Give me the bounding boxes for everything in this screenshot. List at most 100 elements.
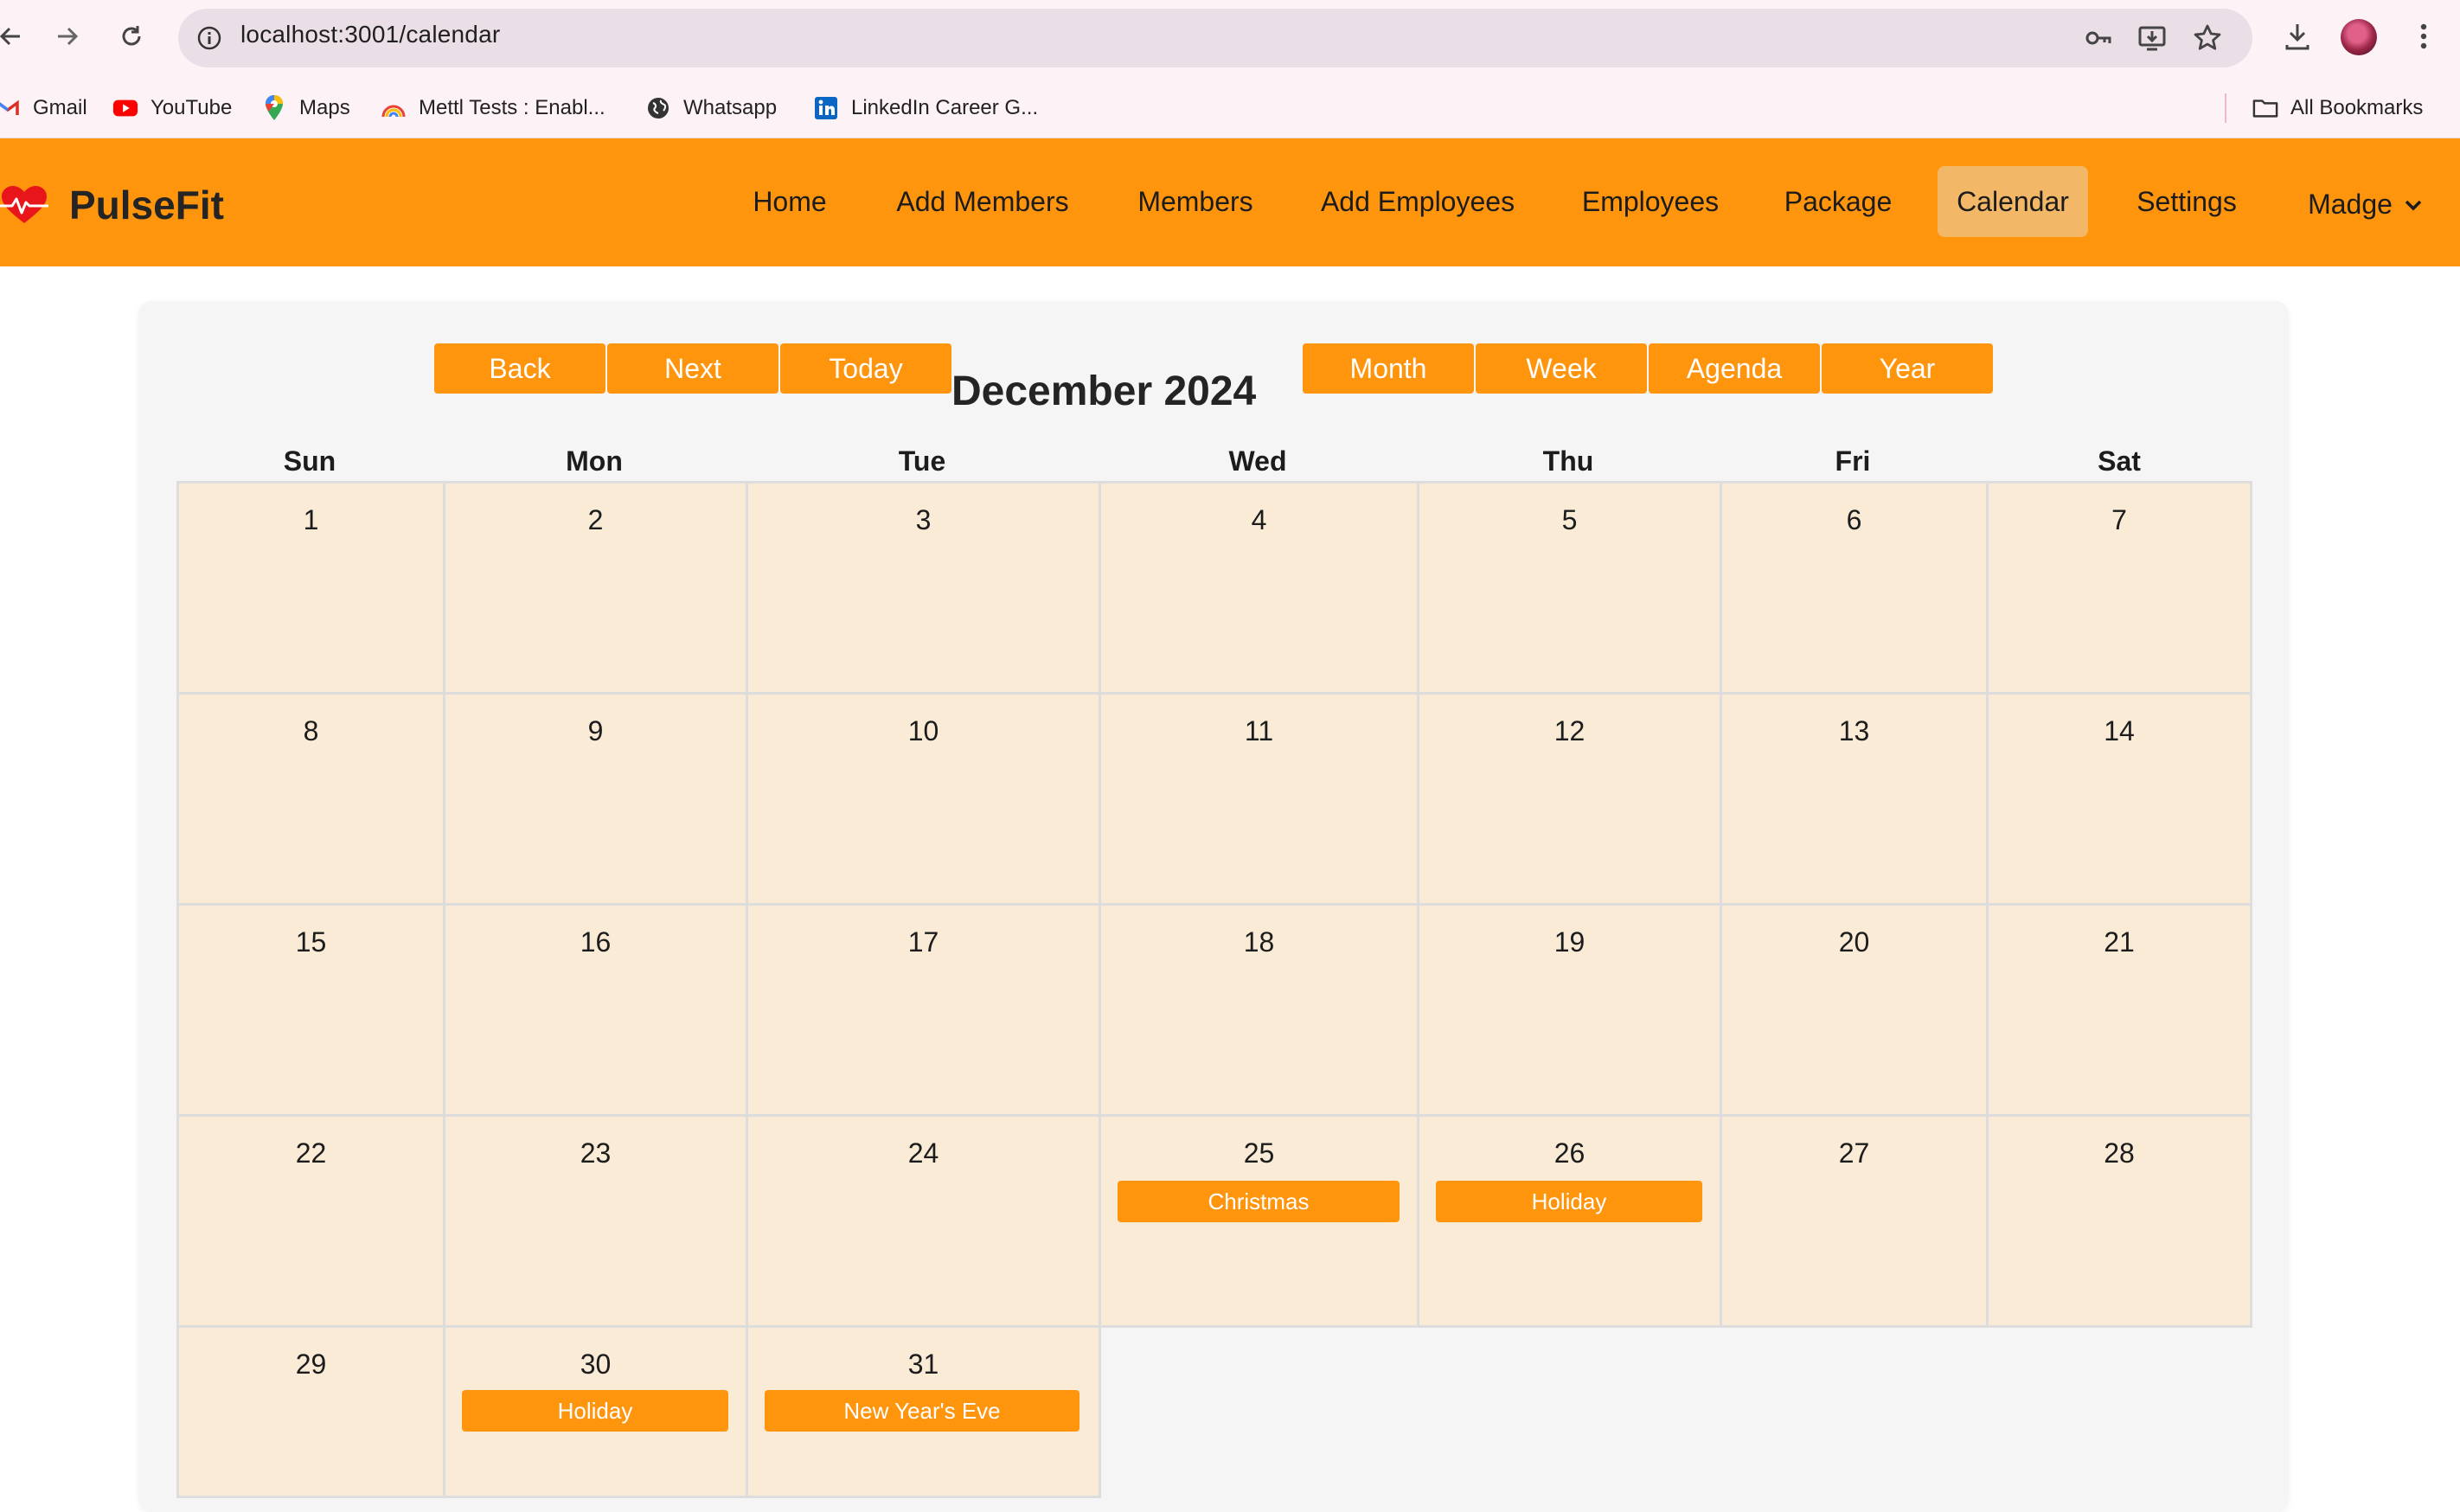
more-menu-icon[interactable] xyxy=(2403,16,2444,57)
day-number: 25 xyxy=(1243,1137,1275,1169)
day-cell[interactable]: 7 xyxy=(1986,481,2252,695)
nav-settings[interactable]: Settings xyxy=(2123,166,2251,237)
address-bar[interactable]: localhost:3001/calendar xyxy=(178,9,2252,67)
nav-package[interactable]: Package xyxy=(1771,166,1905,237)
bookmark-mettl[interactable]: Mettl Tests : Enabl... xyxy=(381,93,605,123)
day-cell[interactable]: 2 xyxy=(443,481,748,695)
password-key-icon[interactable] xyxy=(2081,21,2116,55)
bookmark-linkedin[interactable]: LinkedIn Career G... xyxy=(813,93,1038,123)
day-number: 3 xyxy=(915,504,932,535)
next-button[interactable]: Next xyxy=(607,343,778,394)
profile-avatar[interactable] xyxy=(2341,19,2377,55)
day-cell[interactable]: 6 xyxy=(1720,481,1989,695)
day-number: 15 xyxy=(295,926,327,958)
bookmark-star-icon[interactable] xyxy=(2190,21,2225,55)
day-cell[interactable]: 30 Holiday xyxy=(443,1325,748,1498)
nav-members[interactable]: Members xyxy=(1123,166,1268,237)
day-number: 27 xyxy=(1838,1137,1870,1169)
install-app-icon[interactable] xyxy=(2135,21,2169,55)
day-number: 28 xyxy=(2104,1137,2135,1169)
day-number: 14 xyxy=(2104,715,2135,746)
user-name: Madge xyxy=(2308,189,2393,220)
nav-add-members[interactable]: Add Members xyxy=(879,166,1086,237)
today-button[interactable]: Today xyxy=(780,343,951,394)
day-number: 8 xyxy=(303,715,319,746)
day-number: 10 xyxy=(907,715,939,746)
event-christmas[interactable]: Christmas xyxy=(1118,1181,1400,1222)
day-cell[interactable]: 1 xyxy=(176,481,445,695)
day-number: 2 xyxy=(587,504,604,535)
day-cell[interactable]: 22 xyxy=(176,1114,445,1328)
day-cell[interactable]: 23 xyxy=(443,1114,748,1328)
bookmark-maps[interactable]: Maps xyxy=(261,93,350,123)
weekday-mon: Mon xyxy=(566,445,623,477)
day-cell[interactable]: 10 xyxy=(746,692,1101,906)
day-number: 6 xyxy=(1846,504,1862,535)
weekday-fri: Fri xyxy=(1835,445,1871,477)
back-arrow-icon[interactable] xyxy=(0,14,33,59)
day-number: 9 xyxy=(587,715,604,746)
day-number: 5 xyxy=(1561,504,1578,535)
day-number: 7 xyxy=(2111,504,2127,535)
event-holiday[interactable]: Holiday xyxy=(462,1390,728,1432)
reload-icon[interactable] xyxy=(109,14,154,59)
day-cell[interactable]: 21 xyxy=(1986,903,2252,1117)
day-number: 4 xyxy=(1251,504,1267,535)
day-number: 26 xyxy=(1554,1137,1586,1169)
day-cell[interactable]: 9 xyxy=(443,692,748,906)
day-cell[interactable]: 20 xyxy=(1720,903,1989,1117)
weekday-wed: Wed xyxy=(1228,445,1287,477)
day-cell[interactable]: 4 xyxy=(1099,481,1419,695)
brand[interactable]: PulseFit xyxy=(0,182,224,228)
weekday-sun: Sun xyxy=(283,445,336,477)
day-cell[interactable]: 14 xyxy=(1986,692,2252,906)
day-cell[interactable]: 28 xyxy=(1986,1114,2252,1328)
day-number: 13 xyxy=(1838,715,1870,746)
day-cell[interactable]: 12 xyxy=(1417,692,1722,906)
year-view-button[interactable]: Year xyxy=(1822,343,1993,394)
nav-user-menu[interactable]: Madge xyxy=(2287,166,2443,237)
day-cell[interactable]: 26 Holiday xyxy=(1417,1114,1722,1328)
bookmark-whatsapp[interactable]: Whatsapp xyxy=(645,93,777,123)
month-view-button[interactable]: Month xyxy=(1303,343,1474,394)
day-cell[interactable]: 18 xyxy=(1099,903,1419,1117)
back-button[interactable]: Back xyxy=(434,343,605,394)
day-cell[interactable]: 15 xyxy=(176,903,445,1117)
event-new-years-eve[interactable]: New Year's Eve xyxy=(765,1390,1079,1432)
mettl-icon xyxy=(381,95,407,121)
day-cell[interactable]: 24 xyxy=(746,1114,1101,1328)
day-cell[interactable]: 16 xyxy=(443,903,748,1117)
day-cell[interactable]: 5 xyxy=(1417,481,1722,695)
site-info-icon[interactable] xyxy=(194,22,225,54)
day-cell[interactable]: 29 xyxy=(176,1325,445,1498)
event-holiday[interactable]: Holiday xyxy=(1436,1181,1702,1222)
download-icon[interactable] xyxy=(2277,16,2318,57)
day-number: 22 xyxy=(295,1137,327,1169)
agenda-view-button[interactable]: Agenda xyxy=(1649,343,1820,394)
linkedin-icon xyxy=(813,95,839,121)
day-cell[interactable]: 8 xyxy=(176,692,445,906)
day-number: 23 xyxy=(580,1137,612,1169)
bookmark-gmail[interactable]: Gmail xyxy=(0,93,87,123)
day-cell[interactable]: 31 New Year's Eve xyxy=(746,1325,1101,1498)
nav-home[interactable]: Home xyxy=(737,166,842,237)
day-cell[interactable]: 13 xyxy=(1720,692,1989,906)
forward-arrow-icon[interactable] xyxy=(45,14,90,59)
day-cell[interactable]: 3 xyxy=(746,481,1101,695)
all-bookmarks[interactable]: All Bookmarks xyxy=(2252,93,2423,123)
bookmark-youtube[interactable]: YouTube xyxy=(112,93,232,123)
day-cell[interactable]: 11 xyxy=(1099,692,1419,906)
day-cell[interactable]: 19 xyxy=(1417,903,1722,1117)
weekday-sat: Sat xyxy=(2098,445,2141,477)
day-cell[interactable]: 17 xyxy=(746,903,1101,1117)
day-number: 18 xyxy=(1243,926,1275,958)
day-cell[interactable]: 25 Christmas xyxy=(1099,1114,1419,1328)
day-cell[interactable]: 27 xyxy=(1720,1114,1989,1328)
nav-calendar[interactable]: Calendar xyxy=(1938,166,2088,237)
nav-employees[interactable]: Employees xyxy=(1566,166,1735,237)
week-view-button[interactable]: Week xyxy=(1476,343,1647,394)
day-number: 30 xyxy=(580,1349,612,1380)
day-number: 16 xyxy=(580,926,612,958)
nav-add-employees[interactable]: Add Employees xyxy=(1306,166,1529,237)
weekday-thu: Thu xyxy=(1542,445,1594,477)
